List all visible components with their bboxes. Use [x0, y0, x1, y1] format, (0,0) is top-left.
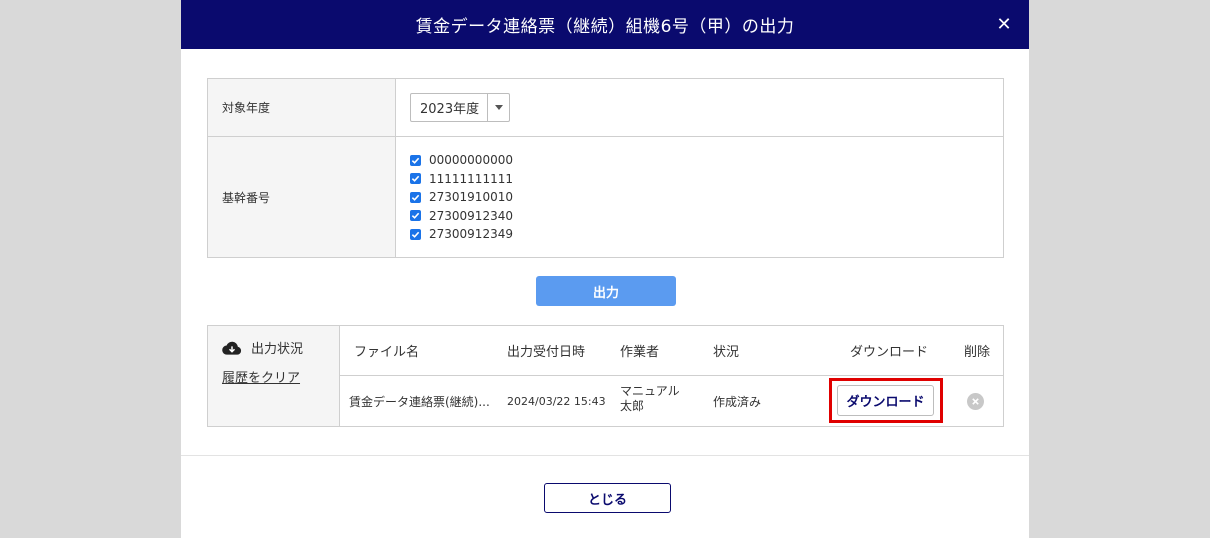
row-state: 作成済み — [713, 394, 762, 409]
year-select[interactable]: 2023年度 — [410, 93, 511, 122]
kikan-checkbox-item[interactable]: 27300912340 — [410, 207, 513, 224]
kikan-number: 27300912340 — [429, 208, 513, 223]
col-download: ダウンロード — [850, 345, 929, 360]
row-filename: 賃金データ連絡票(継続)... — [349, 394, 490, 409]
output-status-panel: 出力状況 履歴をクリア ファイル名 出力受付日時 作業者 状況 ダウンロード 削… — [207, 325, 1004, 427]
delete-icon[interactable] — [967, 393, 984, 410]
checkbox-checked-icon[interactable] — [410, 154, 421, 166]
checkbox-checked-icon[interactable] — [410, 228, 421, 240]
table-row: 賃金データ連絡票(継続)... 2024/03/22 15:43 マニュアル 太… — [340, 376, 1003, 426]
year-select-value: 2023年度 — [411, 94, 489, 121]
kikan-label: 基幹番号 — [208, 137, 396, 257]
modal-header: 賃金データ連絡票（継続）組機6号（甲）の出力 ✕ — [181, 0, 1029, 49]
chevron-down-icon[interactable] — [488, 94, 509, 121]
checkbox-checked-icon[interactable] — [410, 210, 421, 221]
kikan-number: 11111111111 — [429, 171, 513, 186]
status-heading: 出力状況 — [251, 342, 304, 357]
row-worker-line1: マニュアル — [620, 384, 680, 398]
col-received: 出力受付日時 — [507, 345, 586, 360]
checkbox-checked-icon[interactable] — [410, 191, 421, 203]
kikan-checkbox-item[interactable]: 11111111111 — [410, 170, 513, 187]
kikan-number: 27301910010 — [429, 190, 513, 204]
form-table: 対象年度 2023年度 基幹番号 00000000000 11111111111… — [207, 78, 1004, 258]
footer-divider — [181, 455, 1029, 456]
col-delete: 削除 — [964, 345, 991, 360]
row-worker-line2: 太郎 — [620, 399, 645, 413]
kikan-number: 00000000000 — [429, 153, 513, 167]
status-sidebar: 出力状況 履歴をクリア — [208, 326, 340, 426]
clear-history-link[interactable]: 履歴をクリア — [222, 367, 300, 386]
checkbox-checked-icon[interactable] — [410, 173, 421, 184]
kikan-row: 基幹番号 00000000000 11111111111 27301910010 — [208, 137, 1003, 257]
status-table-header: ファイル名 出力受付日時 作業者 状況 ダウンロード 削除 — [340, 326, 1003, 376]
output-modal: 賃金データ連絡票（継続）組機6号（甲）の出力 ✕ 対象年度 2023年度 基幹番… — [181, 0, 1029, 538]
col-filename: ファイル名 — [354, 345, 420, 360]
cloud-download-icon — [222, 341, 242, 355]
col-worker: 作業者 — [620, 345, 660, 360]
status-table: ファイル名 出力受付日時 作業者 状況 ダウンロード 削除 賃金データ連絡票(継… — [340, 326, 1003, 426]
close-icon[interactable]: ✕ — [993, 13, 1015, 35]
kikan-checkbox-item[interactable]: 00000000000 — [410, 152, 513, 169]
row-received: 2024/03/22 15:43 — [507, 394, 606, 408]
modal-title: 賃金データ連絡票（継続）組機6号（甲）の出力 — [415, 17, 795, 37]
kikan-checkbox-item[interactable]: 27301910010 — [410, 189, 513, 206]
download-button[interactable]: ダウンロード — [837, 385, 934, 416]
close-button[interactable]: とじる — [544, 483, 671, 513]
row-worker: マニュアル 太郎 — [620, 384, 680, 414]
col-state: 状況 — [713, 345, 740, 360]
kikan-checklist: 00000000000 11111111111 27301910010 2730… — [410, 152, 513, 243]
kikan-number: 27300912349 — [429, 227, 513, 241]
output-button[interactable]: 出力 — [536, 276, 676, 306]
year-label: 対象年度 — [208, 79, 396, 136]
year-row: 対象年度 2023年度 — [208, 79, 1003, 137]
kikan-checkbox-item[interactable]: 27300912349 — [410, 226, 513, 243]
